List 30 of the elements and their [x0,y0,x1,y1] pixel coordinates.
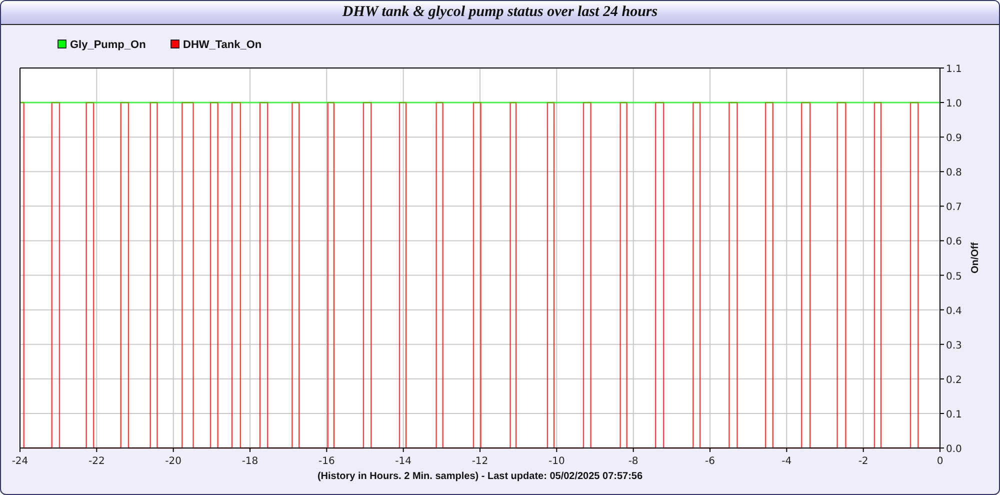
axis-title: (History in Hours. 2 Min. samples) - Last update: 05/02/2025 07:57:56 [317,471,643,482]
tick-label: -2 [858,456,868,467]
tick-label: 0.7 [946,202,962,214]
tick-label: -22 [88,456,105,467]
legend-label: DHW_Tank_On [183,39,262,51]
tick-label: -6 [705,456,715,467]
tick-label: -18 [242,456,258,467]
tick-label: 0.3 [946,340,962,352]
tick-label: 0.0 [946,444,962,455]
tick-label: 0.2 [946,374,962,386]
tick-label: 1.1 [946,64,962,75]
tick-label: 0 [936,456,944,467]
tick-label: -14 [395,456,412,467]
chart-title: DHW tank & glycol pump status over last 24 hours [342,4,658,21]
tick-label: 1.0 [946,98,962,110]
axis-title: On/Off [970,242,981,274]
tick-label: -20 [165,456,182,467]
tick-label: -24 [12,456,28,467]
tick-label: 0.1 [946,409,962,420]
tick-label: 0.4 [946,306,962,317]
tick-label: -8 [628,456,638,467]
tick-label: 0.8 [946,168,962,179]
tick-label: -12 [472,456,488,467]
tick-label: -16 [318,456,335,467]
tick-label: 0.5 [946,271,962,282]
legend-label: Gly_Pump_On [70,39,146,51]
tick-label: -10 [548,456,565,467]
tick-label: 0.6 [946,236,962,248]
tick-label: -4 [782,456,792,467]
tick-label: 0.9 [946,133,962,144]
